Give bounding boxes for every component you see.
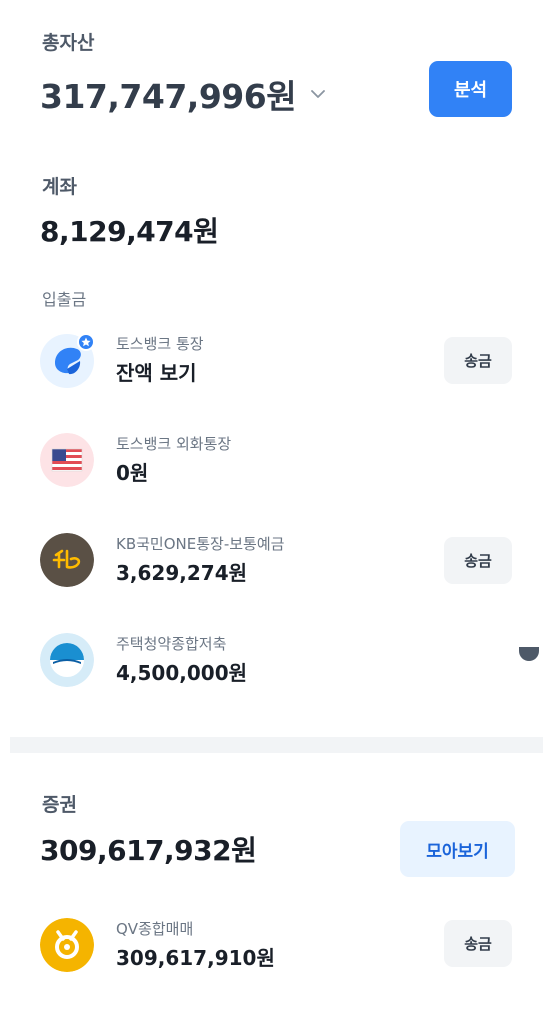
- send-button-toss-bank[interactable]: 송금: [444, 337, 512, 384]
- total-assets-amount[interactable]: 317,747,996원: [40, 70, 297, 118]
- account-name: 토스뱅크 외화통장: [116, 435, 232, 453]
- analyze-button[interactable]: 분석: [429, 61, 512, 117]
- securities-section-title: 증권: [42, 794, 77, 816]
- accounts-total-amount[interactable]: 8,129,474원: [40, 210, 219, 250]
- toss-bank-icon: [40, 333, 95, 388]
- total-assets-row[interactable]: 317,747,996원: [40, 70, 326, 118]
- account-name: QV종합매매: [116, 920, 194, 938]
- total-assets-label: 총자산: [42, 32, 95, 54]
- account-item-toss-foreign[interactable]: 토스뱅크 외화통장 0원: [40, 433, 520, 493]
- section-divider: [10, 737, 543, 753]
- kb-bank-icon: [40, 533, 94, 587]
- qv-securities-icon: [40, 918, 94, 972]
- account-item-housing-subscription[interactable]: 주택청약종합저축 4,500,000원: [40, 633, 520, 693]
- housing-subscription-icon: [40, 633, 94, 687]
- accounts-section-title: 계좌: [42, 176, 77, 198]
- account-balance: 3,629,274원: [116, 561, 248, 585]
- account-name: 주택청약종합저축: [116, 635, 227, 653]
- account-name: KB국민ONE통장-보통예금: [116, 535, 285, 553]
- account-balance: 309,617,910원: [116, 946, 275, 970]
- scrollbar-thumb[interactable]: [519, 647, 539, 661]
- account-balance: 4,500,000원: [116, 661, 248, 685]
- us-flag-icon: [40, 433, 94, 487]
- send-button-qv[interactable]: 송금: [444, 920, 512, 967]
- view-all-button[interactable]: 모아보기: [400, 821, 515, 877]
- account-balance: 0원: [116, 461, 149, 485]
- securities-total-amount[interactable]: 309,617,932원: [40, 829, 257, 869]
- chevron-down-icon[interactable]: [310, 86, 326, 102]
- deposit-withdrawal-label: 입출금: [42, 290, 87, 309]
- account-balance[interactable]: 잔액 보기: [116, 357, 197, 386]
- account-name: 토스뱅크 통장: [116, 335, 204, 353]
- send-button-kb[interactable]: 송금: [444, 537, 512, 584]
